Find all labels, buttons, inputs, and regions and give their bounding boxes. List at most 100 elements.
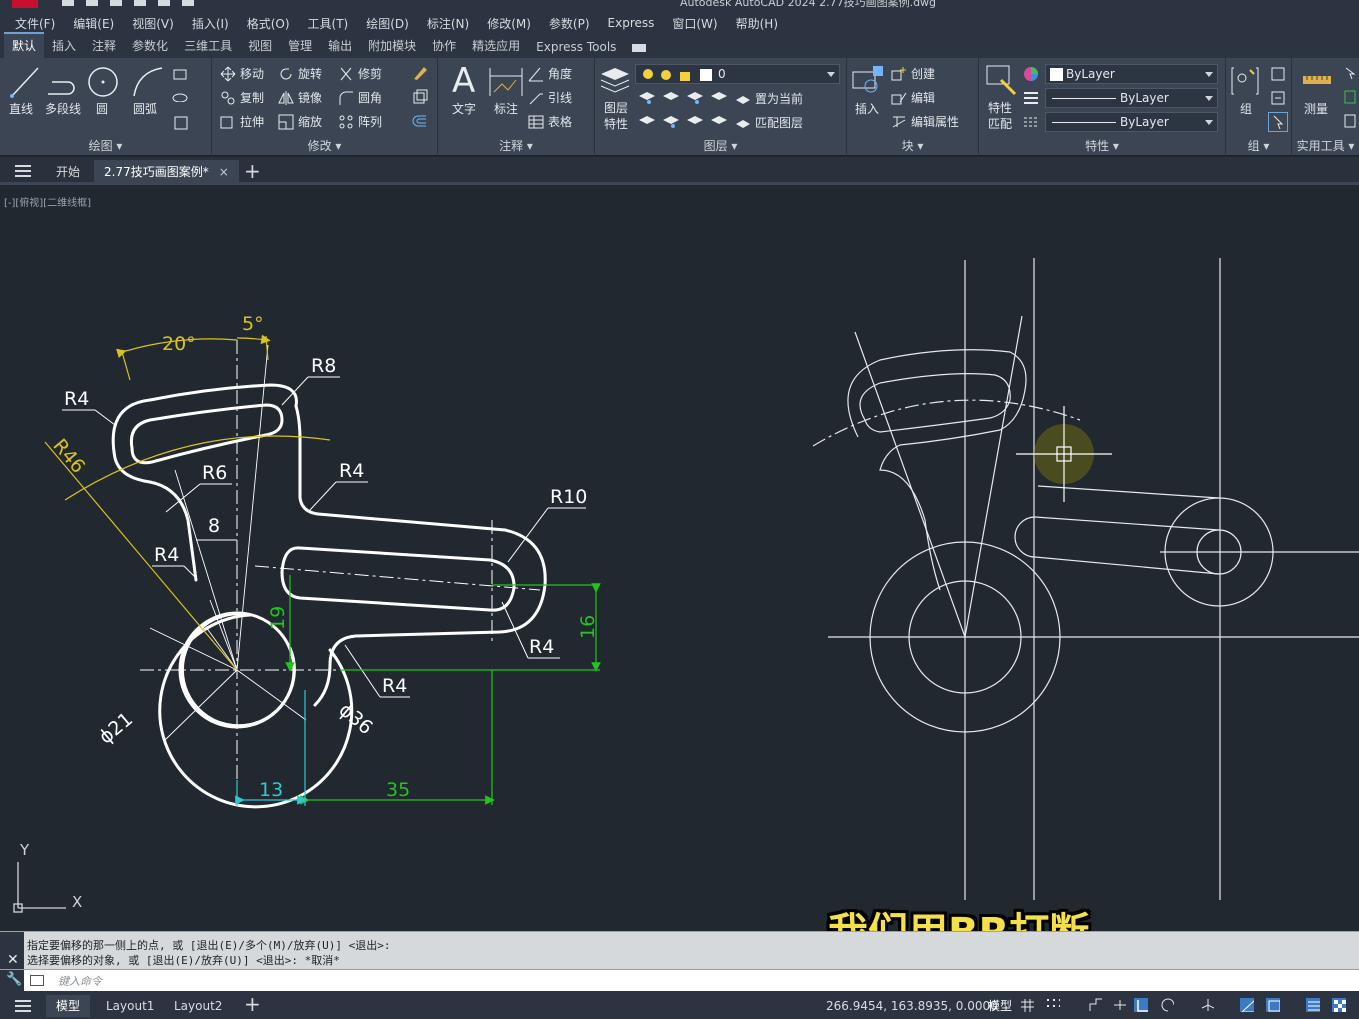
panel-annotation-title[interactable]: 注释 ▾ (438, 137, 594, 154)
scale-button[interactable]: 缩放 (278, 113, 322, 130)
tab-layout1[interactable]: Layout1 (96, 995, 164, 1017)
match-properties-button[interactable]: 特性 匹配 (987, 100, 1013, 132)
panel-properties-title[interactable]: 特性 ▾ (979, 137, 1225, 154)
coordinate-readout[interactable]: 266.9454, 163.8935, 0.0000 (826, 999, 998, 1013)
group-icon[interactable] (1230, 66, 1260, 96)
new-tab-icon[interactable]: + (244, 160, 261, 182)
edit-attribute-button[interactable]: 编辑属性 (891, 113, 959, 130)
ribbon-minimize-icon[interactable] (632, 44, 647, 52)
save-as-icon[interactable] (134, 0, 146, 6)
menu-express[interactable]: Express (599, 16, 664, 30)
command-prompt-icon[interactable] (30, 975, 44, 986)
menu-modify[interactable]: 修改(M) (478, 15, 540, 32)
polyline-button[interactable]: 多段线 (45, 100, 81, 117)
text-button[interactable]: 文字 (452, 100, 476, 117)
viewport-controls[interactable]: [-][俯视][二维线框] (4, 194, 91, 209)
erase-icon[interactable] (412, 65, 428, 81)
lineweight-icon[interactable] (1023, 90, 1039, 106)
command-window-grip[interactable]: ✕ (0, 932, 24, 970)
layer-dropdown[interactable]: 0 (635, 64, 840, 84)
menu-view[interactable]: 视图(V) (123, 15, 183, 32)
menu-tools[interactable]: 工具(T) (299, 15, 358, 32)
menu-insert[interactable]: 插入(I) (183, 15, 238, 32)
arc-button[interactable]: 圆弧 (133, 100, 157, 117)
command-input[interactable] (58, 972, 658, 990)
hamburger-menu-icon[interactable] (15, 165, 31, 177)
open-file-icon[interactable] (86, 0, 98, 6)
line-button[interactable]: 直线 (9, 100, 33, 117)
table-button[interactable]: 表格 (528, 113, 572, 130)
menu-parametric[interactable]: 参数(P) (540, 15, 599, 32)
customize-icon[interactable]: 🔧 (0, 970, 24, 992)
color-wheel-icon[interactable] (1023, 66, 1039, 82)
print-icon[interactable] (158, 0, 170, 6)
menu-window[interactable]: 窗口(W) (663, 15, 726, 32)
tab-annotate[interactable]: 注释 (84, 34, 124, 58)
match-layer-button[interactable]: 匹配图层 (735, 114, 803, 131)
stretch-button[interactable]: 拉伸 (220, 113, 264, 130)
array-button[interactable]: 阵列 (338, 113, 382, 130)
drawing-canvas[interactable]: 20° 5° R46 R4 R8 R6 R4 8 R4 R10 R4 R4 ϕ2… (0, 188, 1359, 931)
autocad-logo-icon[interactable] (12, 0, 38, 8)
object-snap-icon[interactable] (1266, 998, 1280, 1012)
measure-button[interactable]: 测量 (1304, 100, 1328, 117)
ungroup-icon[interactable] (1270, 66, 1286, 82)
tab-manage[interactable]: 管理 (280, 34, 320, 58)
lineweight-display-icon[interactable] (1306, 998, 1320, 1012)
hatch-icon[interactable] (174, 116, 188, 130)
fillet-button[interactable]: 圆角 (338, 89, 382, 106)
linetype-icon[interactable] (1023, 114, 1039, 130)
copy-button[interactable]: 复制 (220, 89, 264, 106)
dimension-button[interactable]: 标注 (494, 100, 518, 117)
edit-block-button[interactable]: 编辑 (891, 89, 935, 106)
group-edit-icon[interactable] (1270, 90, 1286, 106)
lineweight-dropdown[interactable]: ByLayer (1045, 112, 1218, 132)
tab-express-tools[interactable]: Express Tools (528, 37, 624, 58)
group-button[interactable]: 组 (1240, 100, 1252, 117)
tab-parametric[interactable]: 参数化 (124, 34, 176, 58)
trim-button[interactable]: 修剪 (338, 65, 382, 82)
object-snap-tracking-icon[interactable] (1240, 998, 1254, 1012)
point-style-icon[interactable] (1344, 114, 1356, 128)
move-button[interactable]: 移动 (220, 65, 264, 82)
insert-block-icon[interactable] (851, 64, 885, 96)
angle-button[interactable]: 角度 (528, 65, 572, 82)
menu-format[interactable]: 格式(O) (238, 15, 299, 32)
menu-file[interactable]: 文件(F) (6, 15, 64, 32)
tab-view[interactable]: 视图 (240, 34, 280, 58)
measure-icon[interactable] (1302, 70, 1332, 90)
dynamic-input-icon[interactable] (1112, 998, 1126, 1012)
menu-edit[interactable]: 编辑(E) (64, 15, 123, 32)
model-space-button[interactable]: 模型 (988, 997, 1012, 1014)
ortho-icon[interactable] (1134, 998, 1148, 1012)
tab-active-drawing[interactable]: 2.77技巧画图案例* × (94, 160, 239, 185)
menu-dimension[interactable]: 标注(N) (418, 15, 478, 32)
tab-start[interactable]: 开始 (46, 160, 90, 185)
group-select-icon[interactable] (1268, 112, 1288, 132)
match-properties-icon[interactable] (985, 64, 1019, 96)
undo-icon[interactable] (182, 0, 194, 6)
panel-utilities-title[interactable]: 实用工具 ▾ (1292, 137, 1359, 154)
snap-icon[interactable] (1046, 998, 1060, 1012)
tab-3d-tools[interactable]: 三维工具 (176, 34, 240, 58)
panel-groups-title[interactable]: 组 ▾ (1226, 137, 1291, 154)
new-layout-icon[interactable]: + (244, 993, 261, 1015)
offset-icon[interactable] (412, 113, 428, 129)
calculator-icon[interactable] (1344, 90, 1356, 104)
isodraft-icon[interactable] (1200, 998, 1214, 1012)
transparency-icon[interactable] (1332, 998, 1346, 1012)
menu-draw[interactable]: 绘图(D) (357, 15, 418, 32)
tab-layout2[interactable]: Layout2 (164, 995, 232, 1017)
color-dropdown[interactable]: ByLayer (1045, 64, 1218, 84)
new-file-icon[interactable] (62, 0, 74, 6)
tab-output[interactable]: 输出 (320, 34, 360, 58)
layer-properties-icon[interactable] (599, 64, 631, 94)
panel-modify-title[interactable]: 修改 ▾ (212, 137, 437, 154)
polar-icon[interactable] (1160, 998, 1174, 1012)
quick-select-icon[interactable] (1344, 66, 1356, 80)
layer-properties-button[interactable]: 图层 特性 (603, 100, 629, 132)
tab-insert[interactable]: 插入 (44, 34, 84, 58)
close-command-icon[interactable]: ✕ (7, 952, 19, 968)
leader-button[interactable]: 引线 (528, 89, 572, 106)
create-block-button[interactable]: 创建 (891, 65, 935, 82)
